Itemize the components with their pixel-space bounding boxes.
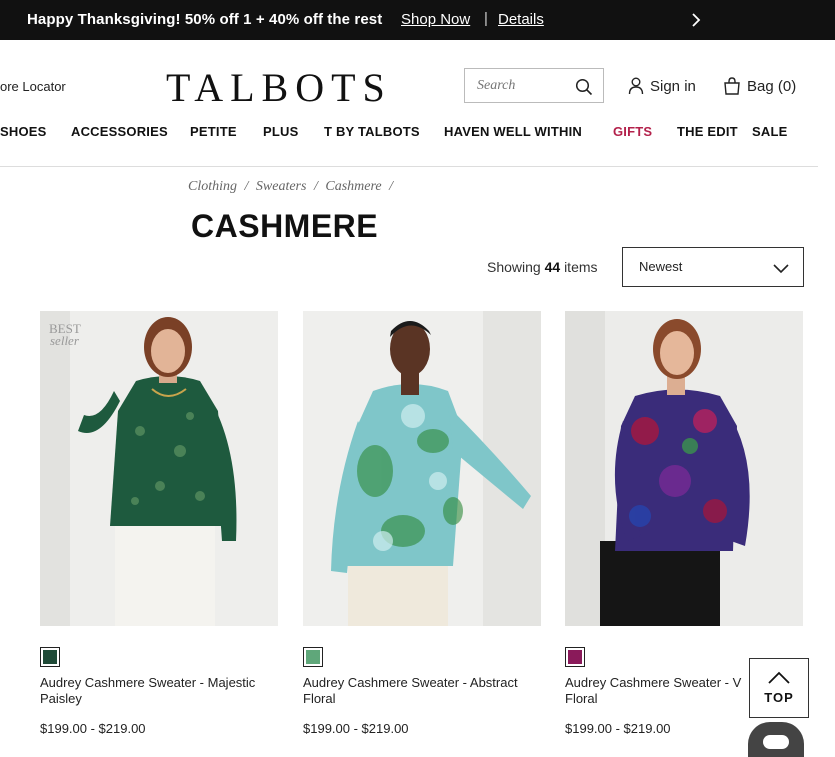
chat-button[interactable] xyxy=(748,722,804,757)
results-number: 44 xyxy=(544,259,561,275)
nav-item-shoes[interactable]: SHOES xyxy=(0,124,47,139)
chat-bubble-icon xyxy=(763,735,789,749)
details-link[interactable]: Details xyxy=(498,11,544,28)
results-suffix: items xyxy=(564,259,598,275)
promo-separator: | xyxy=(484,10,488,27)
nav-item-accessories[interactable]: ACCESSORIES xyxy=(71,124,168,139)
chevron-up-icon xyxy=(768,671,790,684)
product-photo xyxy=(40,311,278,626)
nav-item-t-by-talbots[interactable]: T BY TALBOTS xyxy=(324,124,420,139)
color-swatch[interactable] xyxy=(40,647,60,667)
bag-link[interactable]: Bag (0) xyxy=(723,76,796,96)
breadcrumb-clothing[interactable]: Clothing xyxy=(188,179,237,194)
color-swatch[interactable] xyxy=(565,647,585,667)
promo-text: Happy Thanksgiving! 50% off 1 + 40% off … xyxy=(27,11,383,28)
breadcrumb-separator: / xyxy=(389,179,394,194)
promo-banner: Happy Thanksgiving! 50% off 1 + 40% off … xyxy=(0,0,835,40)
product-name[interactable]: Audrey Cashmere Sweater - Abstract Flora… xyxy=(303,675,541,707)
main-nav: SHOES ACCESSORIES PETITE PLUS T BY TALBO… xyxy=(0,124,835,142)
shopping-bag-icon xyxy=(724,77,740,95)
color-swatch[interactable] xyxy=(303,647,323,667)
search-input[interactable] xyxy=(465,69,565,102)
product-price: $199.00 - $219.00 xyxy=(303,721,409,736)
product-price: $199.00 - $219.00 xyxy=(565,721,671,736)
breadcrumb: Clothing / Sweaters / Cashmere / xyxy=(188,179,397,195)
talbots-logo[interactable]: TALBOTS xyxy=(166,64,392,111)
chevron-down-icon xyxy=(773,264,789,274)
chevron-right-icon[interactable] xyxy=(688,12,704,28)
results-prefix: Showing xyxy=(487,259,541,275)
product-price: $199.00 - $219.00 xyxy=(40,721,146,736)
best-seller-badge: BEST seller xyxy=(49,322,81,348)
nav-item-petite[interactable]: PETITE xyxy=(190,124,237,139)
nav-item-haven-well-within[interactable]: HAVEN WELL WITHIN xyxy=(444,124,582,139)
product-image[interactable] xyxy=(303,311,541,626)
sort-dropdown[interactable]: Newest xyxy=(622,247,804,287)
sort-selected: Newest xyxy=(639,259,683,274)
store-locator-link[interactable]: ore Locator xyxy=(0,79,66,94)
nav-item-gifts[interactable]: GIFTS xyxy=(613,124,652,139)
results-count: Showing 44 items xyxy=(487,259,598,275)
best-seller-line2: seller xyxy=(50,333,79,348)
bag-label: Bag (0) xyxy=(747,77,797,95)
sign-in-label: Sign in xyxy=(650,77,696,95)
breadcrumb-cashmere[interactable]: Cashmere xyxy=(325,179,381,194)
product-name[interactable]: Audrey Cashmere Sweater - Majestic Paisl… xyxy=(40,675,278,707)
nav-item-plus[interactable]: PLUS xyxy=(263,124,298,139)
nav-item-the-edit[interactable]: THE EDIT xyxy=(677,124,738,139)
product-name-line2: Floral xyxy=(565,691,598,706)
breadcrumb-separator: / xyxy=(244,179,249,194)
sign-in-link[interactable]: Sign in xyxy=(628,76,696,96)
shop-now-link[interactable]: Shop Now xyxy=(401,11,470,28)
back-to-top-button[interactable]: TOP xyxy=(749,658,809,718)
page-title: CASHMERE xyxy=(191,208,379,244)
product-photo xyxy=(303,311,541,626)
search-box[interactable] xyxy=(464,68,604,103)
search-icon[interactable] xyxy=(575,78,593,96)
breadcrumb-sweaters[interactable]: Sweaters xyxy=(256,179,307,194)
nav-item-sale[interactable]: SALE xyxy=(752,124,787,139)
product-name-line1: Audrey Cashmere Sweater - V xyxy=(565,675,742,690)
product-image[interactable]: BEST seller xyxy=(40,311,278,626)
nav-divider xyxy=(0,166,818,167)
product-photo xyxy=(565,311,803,626)
product-image[interactable] xyxy=(565,311,803,626)
breadcrumb-separator: / xyxy=(313,179,318,194)
back-to-top-label: TOP xyxy=(764,690,794,705)
user-icon xyxy=(628,77,644,95)
